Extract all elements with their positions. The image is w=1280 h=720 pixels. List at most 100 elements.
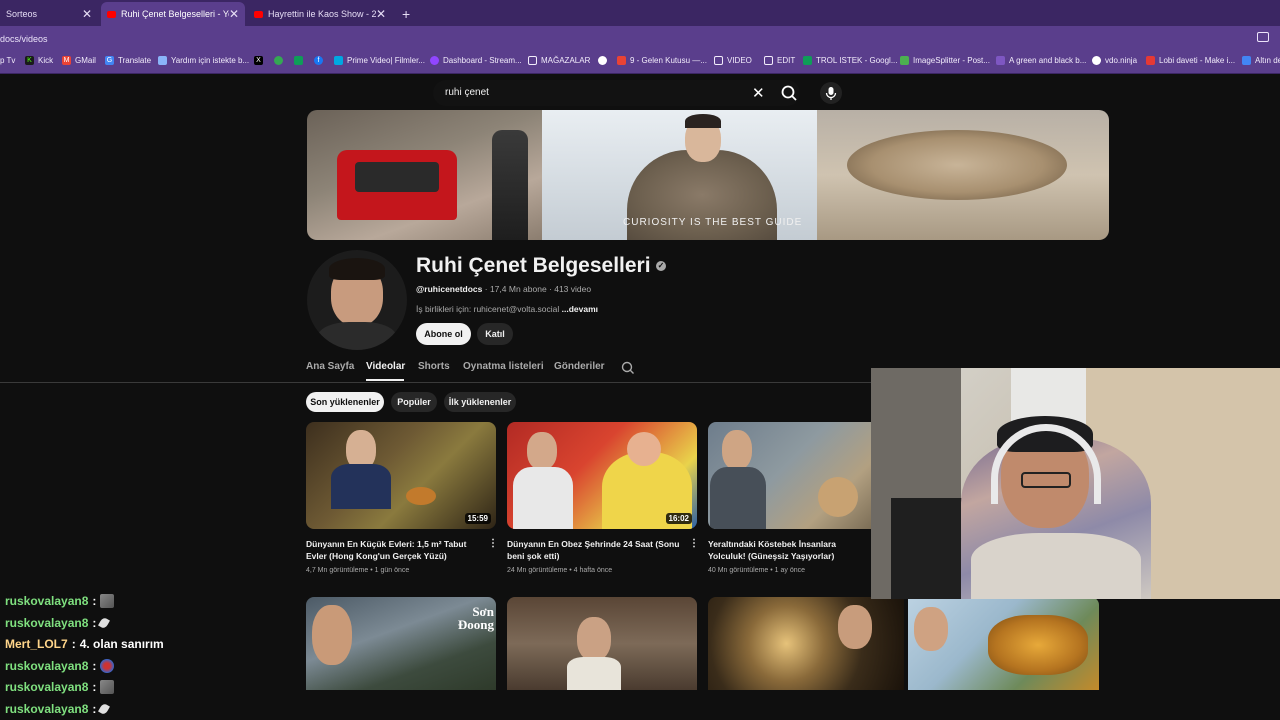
bookmark-dashboard[interactable]: Dashboard - Stream... — [430, 56, 522, 65]
tab-bar: Sorteos ✕ Ruhi Çenet Belgeselleri - YouT… — [0, 0, 1280, 26]
bookmark-inbox[interactable]: 9 - Gelen Kutusu —... — [617, 56, 707, 65]
chat-message: ruskovalayan8: — [5, 659, 115, 673]
tab-ruhi-cenet[interactable]: Ruhi Çenet Belgeselleri - YouTube ✕ — [101, 2, 245, 26]
more-options-icon[interactable]: ⋮ — [689, 538, 699, 549]
tab-kaos-show[interactable]: Hayrettin ile Kaos Show - 2.Sez ✕ — [248, 2, 392, 26]
tab-posts[interactable]: Gönderiler — [554, 361, 605, 372]
video-thumbnail[interactable] — [908, 597, 1099, 690]
drive-icon — [274, 56, 283, 65]
chat-username: Mert_LOL7 — [5, 637, 68, 651]
filter-latest[interactable]: Son yüklenenler — [306, 392, 384, 412]
tab-videos[interactable]: Videolar — [366, 361, 405, 372]
close-tab-icon[interactable]: ✕ — [376, 7, 386, 21]
sheets-icon — [803, 56, 812, 65]
new-tab-button[interactable]: + — [396, 2, 416, 26]
folder-icon — [714, 56, 723, 65]
video-views: 4,7 Mn görüntüleme — [306, 567, 369, 574]
close-tab-icon[interactable]: ✕ — [229, 7, 239, 21]
bookmark-prime[interactable]: Prime Video| Filmler... — [334, 56, 425, 65]
subscribe-button[interactable]: Abone ol — [416, 323, 471, 345]
video-thumbnail[interactable] — [708, 597, 904, 690]
active-tab-indicator — [366, 379, 404, 381]
video-title[interactable]: Yeraltındaki Köstebek İnsanlara Yolculuk… — [708, 538, 872, 562]
chat-message: ruskovalayan8: — [5, 680, 115, 694]
bookmark-4[interactable] — [598, 56, 611, 65]
channel-handle: @ruhicenetdocs — [416, 284, 483, 294]
video-age: 1 gün önce — [374, 567, 410, 574]
close-tab-icon[interactable]: ✕ — [82, 7, 92, 21]
gray-emote-icon — [100, 680, 115, 694]
more-link[interactable]: ...devamı — [562, 304, 598, 314]
channel-avatar[interactable] — [307, 250, 407, 350]
video-title[interactable]: Dünyanın En Küçük Evleri: 1,5 m² Tabut E… — [306, 538, 484, 562]
bookmark-magazalar[interactable]: MAĞAZALAR — [528, 56, 590, 65]
bookmark-translate[interactable]: G Translate — [105, 56, 151, 65]
address-text: docs/videos — [0, 34, 48, 44]
bookmark-video[interactable]: VIDEO — [714, 56, 752, 65]
leaf-emote-icon — [98, 702, 111, 716]
folder-icon — [764, 56, 773, 65]
bookmark-green-black[interactable]: A green and black b... — [996, 56, 1086, 65]
doc-icon — [1242, 56, 1251, 65]
bookmark-help[interactable]: Yardım için istekte b... — [158, 56, 249, 65]
banner-slogan: CURIOSITY IS THE BEST GUIDE — [623, 217, 803, 228]
more-options-icon[interactable]: ⋮ — [488, 538, 498, 549]
video-thumbnail[interactable]: Sơn Đoong — [306, 597, 496, 690]
gray-emote-icon — [100, 594, 115, 608]
video-views: 40 Mn görüntüleme — [708, 567, 769, 574]
chat-message: ruskovalayan8: — [5, 594, 115, 608]
gmail-icon — [617, 56, 626, 65]
bookmark-3[interactable] — [294, 56, 307, 65]
bookmark-x[interactable]: X — [254, 56, 267, 65]
bookmark-facebook[interactable]: f — [314, 56, 327, 65]
bookmark-altin[interactable]: Altın de — [1242, 56, 1280, 65]
voice-search-button[interactable] — [820, 82, 842, 104]
leaf-emote-icon — [98, 616, 111, 630]
channel-search-icon[interactable] — [620, 360, 636, 376]
video-thumbnail[interactable]: 15:59 — [306, 422, 496, 529]
x-icon: X — [254, 56, 263, 65]
tab-title: Ruhi Çenet Belgeselleri - YouTube — [121, 9, 229, 19]
bookmark-edit[interactable]: EDIT — [764, 56, 795, 65]
tab-shorts[interactable]: Shorts — [418, 361, 450, 372]
video-thumbnail[interactable] — [708, 422, 872, 529]
bookmark-gmail[interactable]: M GMail — [62, 56, 96, 65]
bookmark-lobi[interactable]: Lobi daveti - Make i... — [1146, 56, 1235, 65]
chat-username: ruskovalayan8 — [5, 659, 89, 673]
cast-icon[interactable] — [1257, 32, 1269, 42]
video-duration: 16:02 — [665, 513, 692, 524]
join-button[interactable]: Katıl — [477, 323, 513, 345]
chat-username: ruskovalayan8 — [5, 616, 89, 630]
verified-check-icon: ✓ — [656, 261, 666, 271]
video-thumbnail[interactable] — [507, 597, 697, 690]
bookmark[interactable]: p Tv — [0, 56, 15, 65]
clear-search-icon[interactable]: ✕ — [752, 84, 765, 102]
bookmark-kick[interactable]: K Kick — [25, 56, 53, 65]
video-age: 1 ay önce — [774, 567, 806, 574]
search-input[interactable]: ruhi çenet — [445, 87, 489, 98]
search-box[interactable]: ruhi çenet ✕ — [433, 80, 778, 106]
bookmark-2[interactable] — [274, 56, 287, 65]
video-title[interactable]: Dünyanın En Obez Şehrinde 24 Saat (Sonu … — [507, 538, 685, 562]
bookmarks-bar: p Tv K Kick M GMail G Translate Yardım için… — [0, 52, 1280, 74]
video-thumbnail[interactable]: 16:02 — [507, 422, 697, 529]
bookmark-imagesplitter[interactable]: ImageSplitter - Post... — [900, 56, 990, 65]
globe-icon — [158, 56, 167, 65]
tab-home[interactable]: Ana Sayfa — [306, 361, 354, 372]
search-button[interactable] — [778, 80, 800, 106]
youtube-icon — [107, 10, 116, 18]
bookmark-vdo-ninja[interactable]: vdo.ninja — [1092, 56, 1137, 65]
bookmark-trol[interactable]: TROL ISTEK - Googl... — [803, 56, 898, 65]
tab-sorteos[interactable]: Sorteos ✕ — [0, 2, 98, 26]
facebook-icon: f — [314, 56, 323, 65]
vdo-ninja-icon — [1092, 56, 1101, 65]
circle-icon — [598, 56, 607, 65]
channel-description: İş birlikleri için: ruhicenet@volta.soci… — [416, 304, 560, 314]
tabs-divider — [0, 382, 872, 383]
chat-username: ruskovalayan8 — [5, 680, 89, 694]
address-bar[interactable]: docs/videos — [0, 26, 1280, 52]
tab-playlists[interactable]: Oynatma listeleri — [463, 361, 544, 372]
filter-oldest[interactable]: İlk yüklenenler — [444, 392, 516, 412]
image-icon — [900, 56, 909, 65]
filter-popular[interactable]: Popüler — [391, 392, 437, 412]
